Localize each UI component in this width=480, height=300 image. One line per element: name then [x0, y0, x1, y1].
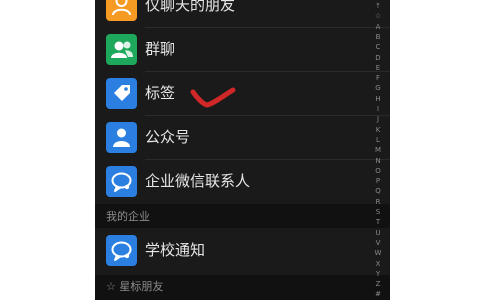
- index-letter[interactable]: T: [372, 218, 384, 226]
- index-letter[interactable]: A: [372, 23, 384, 31]
- contact-row-official-accounts[interactable]: 公众号: [95, 116, 390, 160]
- contact-row-tags[interactable]: 标签: [95, 72, 390, 116]
- section-header-label: ☆ 星标朋友: [106, 280, 164, 293]
- official-account-icon: [106, 122, 137, 153]
- index-letter[interactable]: G: [372, 84, 384, 92]
- red-check-annotation: [190, 87, 236, 108]
- index-letter[interactable]: E: [372, 64, 384, 72]
- contacts-panel: 仅聊天的朋友 群聊 标签 公众号 企业微信联系人 我的企业 学校通知 ☆ 星标朋…: [95, 0, 390, 300]
- contact-row-label: 群聊: [145, 40, 176, 58]
- index-letter[interactable]: Q: [372, 187, 384, 195]
- contact-row-label: 学校通知: [145, 241, 206, 259]
- contact-row-label: 标签: [145, 84, 176, 102]
- index-letter[interactable]: Y: [372, 270, 384, 278]
- index-letter[interactable]: M: [372, 146, 384, 154]
- contact-row-chat-only-friends[interactable]: 仅聊天的朋友: [95, 0, 390, 28]
- index-letter[interactable]: #: [372, 290, 384, 298]
- contact-row-label: 公众号: [145, 128, 191, 146]
- contact-row-wecom-contacts[interactable]: 企业微信联系人: [95, 160, 390, 204]
- index-letter[interactable]: ☆: [372, 12, 384, 20]
- chat-bubble-icon: [106, 235, 137, 266]
- index-letter[interactable]: J: [372, 115, 384, 123]
- chat-bubble-icon: [106, 166, 137, 197]
- section-header-starred-friends: ☆ 星标朋友: [95, 275, 390, 300]
- section-header-my-enterprise: 我的企业: [95, 204, 390, 228]
- index-letter[interactable]: H: [372, 95, 384, 103]
- index-letter[interactable]: ↑: [372, 2, 384, 10]
- section-header-label: 我的企业: [106, 210, 150, 223]
- contact-row-label: 仅聊天的朋友: [145, 0, 236, 14]
- index-letter[interactable]: X: [372, 260, 384, 268]
- tag-icon: [106, 78, 137, 109]
- index-letter[interactable]: O: [372, 167, 384, 175]
- index-letter[interactable]: L: [372, 136, 384, 144]
- index-letter[interactable]: K: [372, 126, 384, 134]
- index-letter[interactable]: D: [372, 54, 384, 62]
- index-letter[interactable]: V: [372, 239, 384, 247]
- index-letter[interactable]: Z: [372, 280, 384, 288]
- contact-row-label: 企业微信联系人: [145, 172, 251, 190]
- index-letter[interactable]: R: [372, 198, 384, 206]
- index-letter[interactable]: S: [372, 208, 384, 216]
- index-letter[interactable]: B: [372, 33, 384, 41]
- group-icon: [106, 34, 137, 65]
- alphabet-index-bar[interactable]: ↑ ☆ A B C D E F G H I J K L M N O P Q R S T U V W X Y Z #: [372, 0, 384, 300]
- contact-row-school-notices[interactable]: 学校通知: [95, 229, 390, 273]
- index-letter[interactable]: P: [372, 177, 384, 185]
- index-letter[interactable]: C: [372, 43, 384, 51]
- index-letter[interactable]: F: [372, 74, 384, 82]
- person-icon: [106, 0, 137, 21]
- index-letter[interactable]: U: [372, 229, 384, 237]
- index-letter[interactable]: W: [372, 249, 384, 257]
- index-letter[interactable]: I: [372, 105, 384, 113]
- index-letter[interactable]: N: [372, 157, 384, 165]
- contact-row-group-chats[interactable]: 群聊: [95, 28, 390, 72]
